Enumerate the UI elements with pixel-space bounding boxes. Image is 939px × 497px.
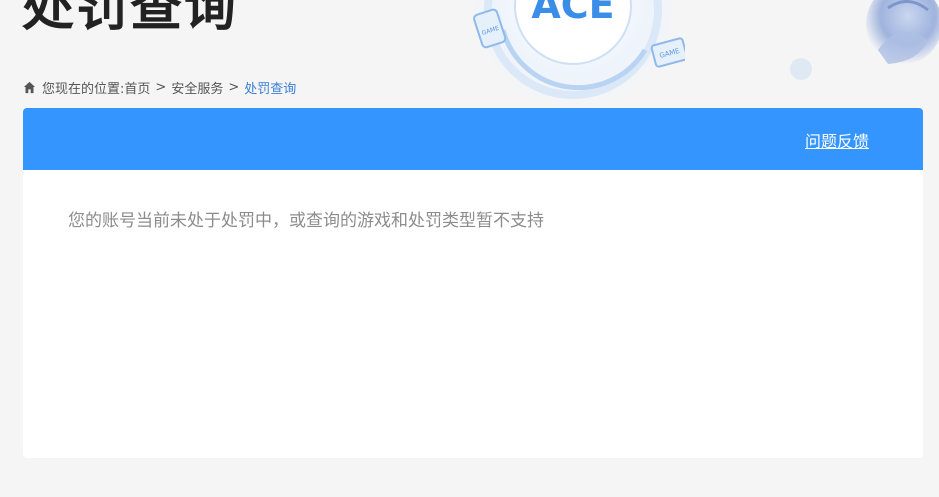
character-illustration: [866, 0, 939, 64]
result-card: 问题反馈 您的账号当前未处于处罚中，或查询的游戏和处罚类型暂不支持: [23, 108, 923, 458]
ace-banner-decoration: ACE GAME GAME: [473, 0, 685, 110]
breadcrumb: 您现在的位置: 首页 > 安全服务 > 处罚查询: [23, 78, 297, 97]
breadcrumb-current: 处罚查询: [244, 81, 297, 97]
page-title: 处罚查询: [22, 0, 239, 38]
decorative-dot: [790, 58, 812, 80]
card-body: 您的账号当前未处于处罚中，或查询的游戏和处罚类型暂不支持: [23, 170, 923, 267]
home-icon: [23, 81, 36, 93]
card-header: 问题反馈: [23, 108, 923, 170]
ace-logo-text: ACE: [531, 0, 614, 27]
breadcrumb-prefix: 您现在的位置:: [42, 81, 125, 97]
feedback-link[interactable]: 问题反馈: [805, 128, 869, 152]
breadcrumb-separator: >: [228, 79, 240, 95]
breadcrumb-home-link[interactable]: 首页: [124, 78, 150, 97]
breadcrumb-security-link[interactable]: 安全服务: [171, 78, 223, 97]
breadcrumb-separator: >: [155, 79, 167, 95]
result-message: 您的账号当前未处于处罚中，或查询的游戏和处罚类型暂不支持: [68, 211, 544, 231]
